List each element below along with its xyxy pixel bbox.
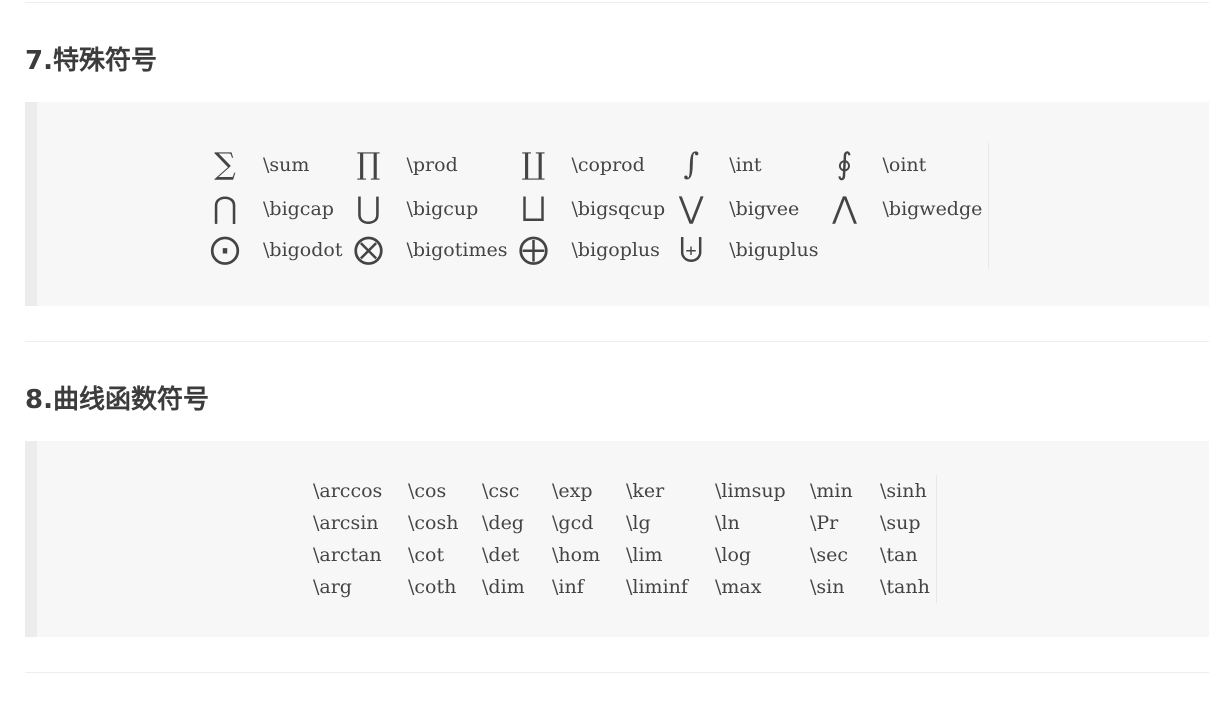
function-command: \exp [552, 480, 593, 502]
latex-command: \bigvee [729, 198, 800, 220]
math-symbol: ⨂ [353, 232, 384, 267]
function-command: \sec [810, 544, 849, 566]
function-command: \sup [880, 512, 921, 534]
math-symbol: ⨆ [521, 191, 546, 226]
function-command: \cot [408, 544, 445, 566]
math-symbol: ∐ [521, 147, 546, 182]
function-command: \arg [313, 576, 352, 598]
symbol-row: ⨀ \bigodot ⨂ \bigotimes ⨁ \bigoplus ⨄ \biguplus [205, 231, 990, 269]
function-command: \lim [626, 544, 663, 566]
latex-command: \prod [406, 154, 458, 176]
function-command: \min [810, 480, 853, 502]
function-command: \tan [880, 544, 918, 566]
function-command: \cosh [408, 512, 459, 534]
function-command: \coth [408, 576, 457, 598]
symbol-row: ∑ \sum ∏ \prod ∐ \coprod ∫ \int ∮ \oint [205, 143, 990, 187]
math-symbol: ∏ [356, 147, 381, 182]
latex-command: \biguplus [729, 239, 819, 261]
function-command: \ker [626, 480, 665, 502]
function-command: \arccos [313, 480, 383, 502]
function-command: \deg [482, 512, 524, 534]
latex-command: \bigcap [263, 198, 334, 220]
latex-command: \sum [263, 154, 310, 176]
math-symbol: ⋂ [212, 191, 238, 226]
function-row: \arcsin \cosh \deg \gcd \lg \ln \Pr \sup [313, 507, 937, 539]
function-command: \ln [715, 512, 740, 534]
latex-command: \bigcup [406, 198, 479, 220]
latex-command: \int [729, 154, 762, 176]
section-7-heading: 7.特殊符号 [25, 46, 157, 76]
section-divider [25, 341, 1209, 342]
math-symbol: ∮ [836, 147, 853, 182]
function-command: \max [715, 576, 762, 598]
latex-command: \bigsqcup [571, 198, 666, 220]
function-command: \hom [552, 544, 601, 566]
function-command: \log [715, 544, 752, 566]
table-edge [988, 231, 990, 269]
function-command: \Pr [810, 512, 839, 534]
latex-command: \bigoplus [571, 239, 660, 261]
function-symbols-table: \arccos \cos \csc \exp \ker \limsup \min \sinh \… [313, 475, 937, 603]
function-command: \lg [626, 512, 651, 534]
latex-command [883, 231, 989, 269]
symbol-row: ⋂ \bigcap ⋃ \bigcup ⨆ \bigsqcup ⋁ \bigvee ⋀ \bigw… [205, 187, 990, 231]
function-command: \gcd [552, 512, 594, 534]
function-command: \arcsin [313, 512, 379, 534]
math-symbol: ⨀ [210, 232, 240, 267]
bottom-divider [25, 672, 1209, 673]
function-command: \sinh [880, 480, 927, 502]
function-command: \det [482, 544, 520, 566]
math-symbol: ⨁ [518, 232, 549, 267]
math-symbol: ∫ [683, 147, 700, 182]
special-symbols-table: ∑ \sum ∏ \prod ∐ \coprod ∫ \int ∮ \oint ⋂ \bigcap ⋃ \… [205, 143, 990, 269]
function-command: \dim [482, 576, 525, 598]
function-command: \arctan [313, 544, 382, 566]
table-edge [936, 507, 937, 539]
function-command: \inf [552, 576, 584, 598]
function-command: \limsup [715, 480, 786, 502]
function-command: \tanh [880, 576, 930, 598]
math-symbol: ⋃ [356, 191, 381, 226]
math-symbol: ∑ [214, 147, 236, 182]
latex-command: \oint [882, 154, 927, 176]
latex-command: \bigodot [263, 239, 343, 261]
table-edge [936, 475, 937, 507]
table-edge [936, 571, 937, 603]
function-row: \arccos \cos \csc \exp \ker \limsup \min \sinh [313, 475, 937, 507]
math-symbol [825, 231, 883, 269]
section-8-heading: 8.曲线函数符号 [25, 385, 209, 415]
top-divider [25, 2, 1209, 3]
latex-command: \coprod [571, 154, 645, 176]
latex-command: \bigotimes [406, 239, 508, 261]
function-command: \sin [810, 576, 845, 598]
function-command: \csc [482, 480, 520, 502]
function-row: \arctan \cot \det \hom \lim \log \sec \tan [313, 539, 937, 571]
table-edge [988, 187, 990, 231]
math-symbol: ⨄ [679, 232, 704, 267]
function-row: \arg \coth \dim \inf \liminf \max \sin \tanh [313, 571, 937, 603]
table-edge [988, 143, 990, 187]
table-edge [936, 539, 937, 571]
math-symbol: ⋀ [832, 191, 857, 226]
latex-command: \bigwedge [882, 198, 983, 220]
math-symbol: ⋁ [678, 191, 704, 226]
function-command: \liminf [626, 576, 688, 598]
function-command: \cos [408, 480, 447, 502]
